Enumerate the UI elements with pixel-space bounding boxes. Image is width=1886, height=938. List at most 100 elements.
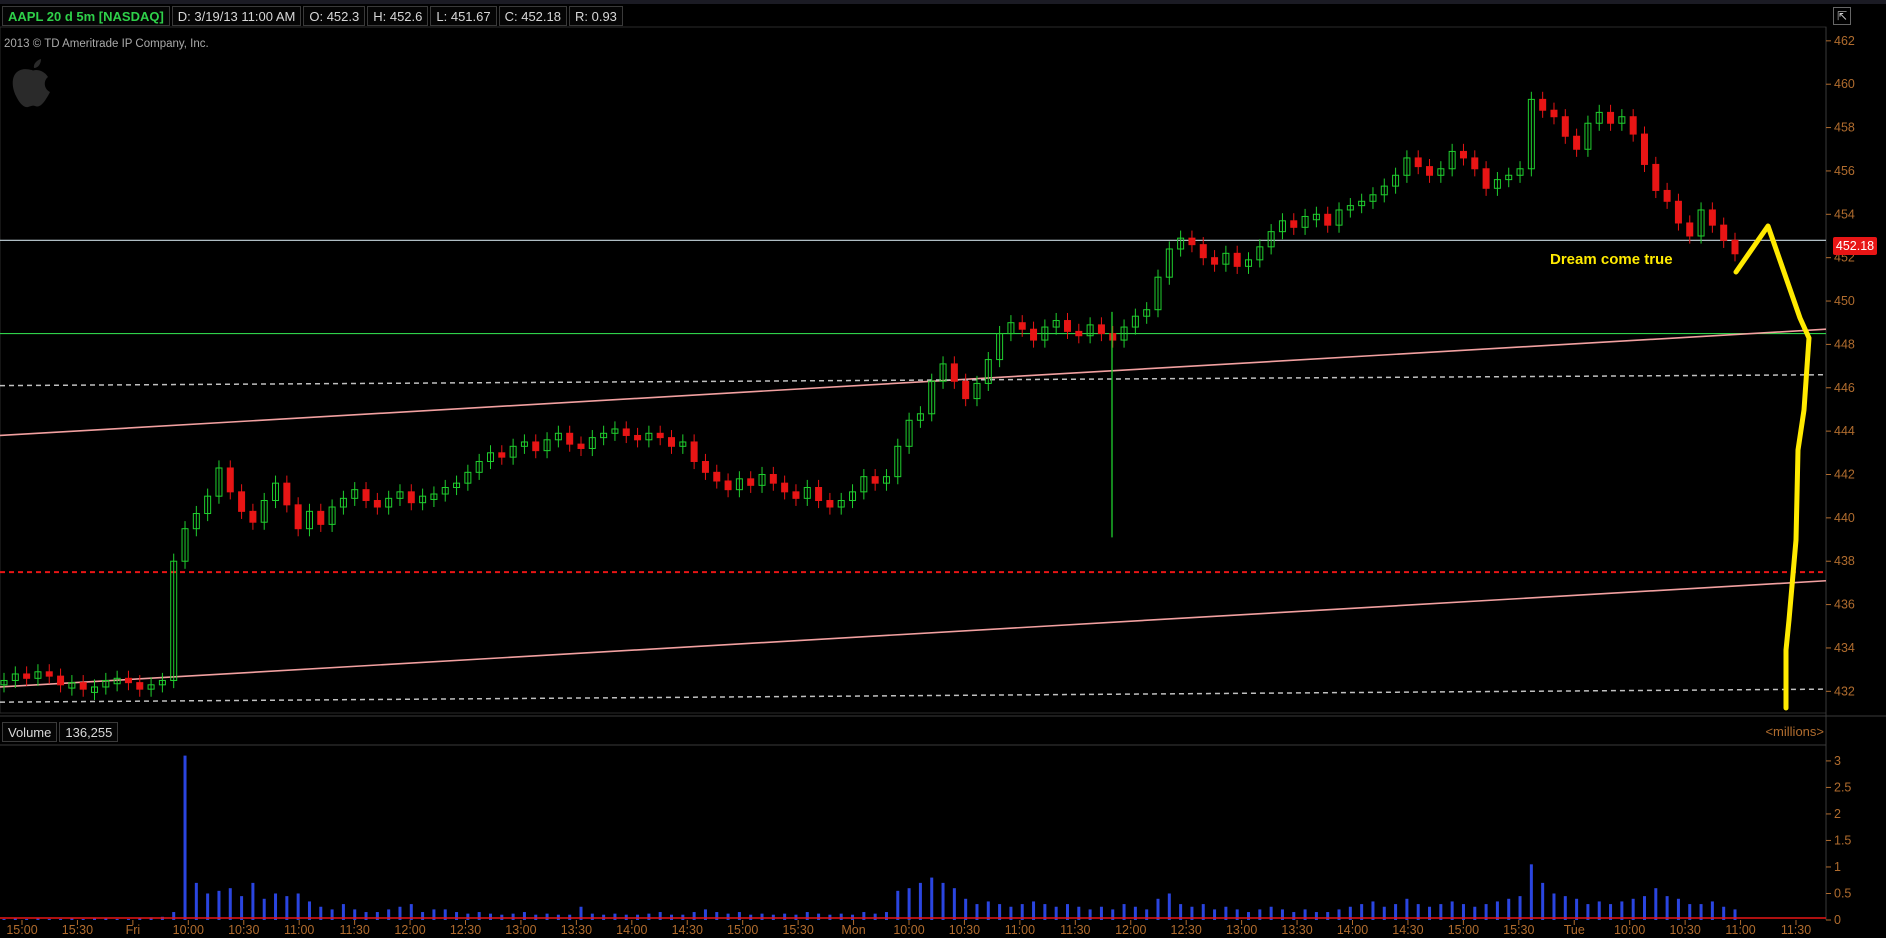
volume-bar — [964, 898, 968, 920]
volume-bar — [228, 888, 232, 920]
channel-trend-line — [0, 579, 1827, 688]
price-tick-label: 446 — [1834, 381, 1855, 395]
candle-body — [1018, 322, 1026, 330]
time-tick-label: 12:00 — [394, 923, 425, 937]
volume-bar — [692, 912, 696, 920]
volume-bar — [1167, 893, 1171, 920]
open-label: O: 452.3 — [303, 6, 366, 26]
time-tick-label: 15:30 — [62, 923, 93, 937]
chart-settings-icon[interactable]: ⇱ — [1833, 7, 1851, 25]
volume-bar — [986, 901, 990, 920]
low-label: L: 451.67 — [430, 6, 497, 26]
volume-bar — [307, 901, 311, 920]
volume-bar — [658, 912, 662, 920]
time-tick-label: 13:00 — [1226, 923, 1257, 937]
candle-body — [1097, 324, 1105, 335]
volume-bar — [262, 898, 266, 920]
time-tick-label: 10:30 — [228, 923, 259, 937]
time-tick-label: 11:00 — [1725, 923, 1755, 937]
price-tick-label: 440 — [1834, 511, 1855, 525]
volume-bar — [455, 912, 459, 920]
candle-body — [249, 510, 257, 523]
volume-bar — [296, 893, 300, 920]
candle-body — [577, 443, 585, 449]
volume-bar — [126, 918, 130, 920]
volume-bar — [274, 893, 278, 920]
price-tick-label: 436 — [1834, 598, 1855, 612]
time-tick-label: 15:00 — [6, 923, 37, 937]
candle-body — [23, 673, 31, 679]
volume-bar — [613, 913, 617, 920]
candle-body — [1561, 116, 1569, 137]
time-tick-label: 12:30 — [450, 923, 481, 937]
candle-body — [1471, 157, 1479, 170]
time-tick-label: 13:30 — [1281, 923, 1312, 937]
candle-body — [1708, 209, 1716, 226]
time-tick-label: 10:30 — [949, 923, 980, 937]
volume-bar — [1654, 888, 1658, 920]
volume-bar — [364, 912, 368, 920]
candle-body — [1550, 109, 1558, 118]
volume-bar — [1676, 898, 1680, 920]
time-tick-label: Fri — [126, 923, 141, 937]
price-tick-label: 434 — [1834, 641, 1855, 655]
candle-body — [769, 473, 777, 484]
time-tick-label: 11:00 — [284, 923, 314, 937]
volume-bar — [25, 918, 29, 920]
volume-bar — [715, 912, 719, 920]
volume-bar — [1665, 896, 1669, 920]
volume-bar — [896, 890, 900, 920]
candle-body — [1674, 200, 1682, 224]
candle-body — [792, 491, 800, 499]
chart-canvas[interactable]: 4324344364384404424444464484504524544564… — [0, 0, 1886, 938]
candle-body — [668, 437, 676, 447]
volume-bar — [47, 918, 51, 920]
volume-bar — [1552, 893, 1556, 920]
volume-bar — [194, 882, 198, 920]
candle-body — [1720, 224, 1728, 241]
candle-body — [701, 460, 709, 473]
volume-bar — [726, 913, 730, 920]
price-tick-label: 448 — [1834, 337, 1855, 351]
volume-bar — [285, 896, 289, 920]
volume-tick-label: 2 — [1834, 807, 1841, 821]
volume-bar — [930, 877, 934, 920]
candle-body — [124, 677, 132, 684]
candle-body — [1414, 157, 1422, 168]
price-tick-label: 450 — [1834, 294, 1855, 308]
candle-body — [294, 504, 302, 530]
time-tick-label: 14:30 — [672, 923, 703, 937]
volume-bar — [817, 913, 821, 920]
close-label: C: 452.18 — [498, 6, 567, 26]
price-tick-label: 462 — [1834, 34, 1855, 48]
volume-bar — [217, 890, 221, 920]
candle-body — [407, 491, 415, 504]
candle-body — [45, 671, 53, 677]
volume-label[interactable]: Volume — [2, 722, 58, 742]
candle-body — [1211, 257, 1219, 265]
volume-bar — [545, 913, 549, 920]
candle-body — [226, 467, 234, 493]
price-tick-label: 444 — [1834, 424, 1855, 438]
candle-body — [826, 500, 834, 508]
dashed-trend-line — [0, 374, 1827, 387]
candle-body — [532, 441, 540, 452]
candle-body — [498, 452, 506, 458]
time-tick-label: 11:30 — [1060, 923, 1090, 937]
volume-bar — [1247, 912, 1251, 920]
price-tick-label: 454 — [1834, 207, 1855, 221]
volume-tick-label: 1 — [1834, 860, 1841, 874]
symbol-label[interactable]: AAPL 20 d 5m [NASDAQ] — [2, 6, 170, 26]
volume-bar — [1529, 864, 1533, 920]
time-tick-label: 14:30 — [1392, 923, 1423, 937]
time-tick-label: Mon — [841, 923, 865, 937]
candle-body — [1539, 98, 1547, 111]
volume-bar — [59, 918, 63, 920]
price-tick-label: 432 — [1834, 684, 1855, 698]
volume-bar — [1541, 882, 1545, 920]
volume-bar — [737, 912, 741, 920]
candle-body — [747, 478, 755, 486]
time-tick-label: 13:00 — [505, 923, 536, 937]
time-tick-label: 13:30 — [561, 923, 592, 937]
candle-body — [962, 380, 970, 400]
